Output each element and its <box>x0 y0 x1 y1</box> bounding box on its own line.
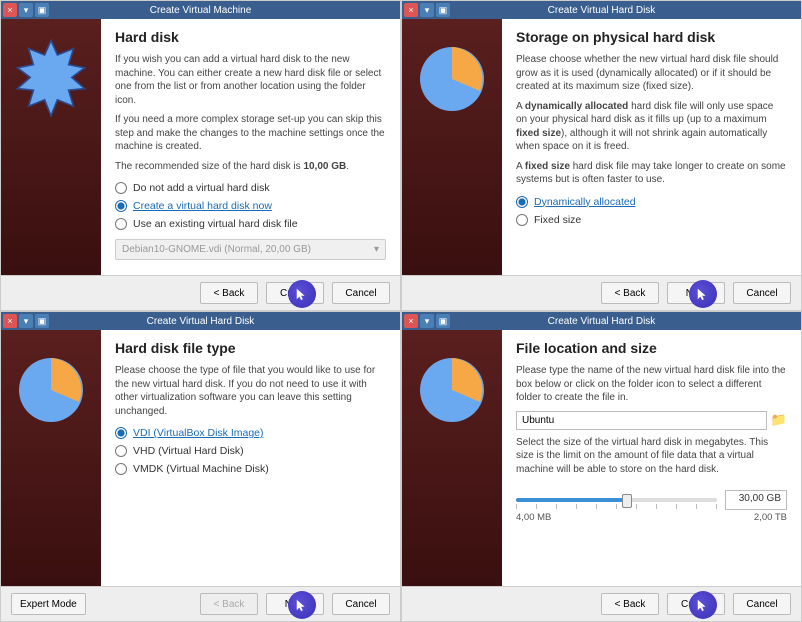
minimize-icon[interactable]: ▾ <box>420 3 434 17</box>
intro-text: Please choose whether the new virtual ha… <box>516 53 787 94</box>
intro-text-2: If you need a more complex storage set-u… <box>115 113 386 154</box>
dialog-hard-disk-file-type: × ▾ ▣ Create Virtual Hard Disk Hard disk… <box>0 311 401 622</box>
fixed-text: A fixed size hard disk file may take lon… <box>516 160 787 187</box>
recommended-size: The recommended size of the hard disk is… <box>115 160 386 174</box>
cancel-button[interactable]: Cancel <box>733 282 791 304</box>
back-button[interactable]: < Back <box>200 593 258 615</box>
back-button[interactable]: < Back <box>200 282 258 304</box>
page-heading: Storage on physical hard disk <box>516 29 787 45</box>
dialog-file-location-size: × ▾ ▣ Create Virtual Hard Disk File loca… <box>401 311 802 622</box>
window-title: Create Virtual Hard Disk <box>402 316 801 327</box>
dialog-create-vm-hard-disk: × ▾ ▣ Create Virtual Machine Hard disk I… <box>0 0 401 311</box>
size-text: Select the size of the virtual hard disk… <box>516 436 787 477</box>
cancel-button[interactable]: Cancel <box>733 593 791 615</box>
titlebar: × ▾ ▣ Create Virtual Machine <box>1 1 400 19</box>
cursor-indicator <box>288 591 316 619</box>
slider-min: 4,00 MB <box>516 512 551 523</box>
minimize-icon[interactable]: ▾ <box>420 314 434 328</box>
maximize-icon[interactable]: ▣ <box>35 3 49 17</box>
window-title: Create Virtual Hard Disk <box>1 316 400 327</box>
illustration-pie <box>402 19 502 275</box>
size-value[interactable]: 30,00 GB <box>725 490 787 510</box>
titlebar: × ▾ ▣ Create Virtual Hard Disk <box>402 1 801 19</box>
cursor-indicator <box>689 591 717 619</box>
radio-vmdk[interactable]: VMDK (Virtual Machine Disk) <box>115 463 386 475</box>
titlebar: × ▾ ▣ Create Virtual Hard Disk <box>1 312 400 330</box>
close-icon[interactable]: × <box>3 314 17 328</box>
illustration-pie <box>1 330 101 586</box>
radio-fixed[interactable]: Fixed size <box>516 214 787 226</box>
minimize-icon[interactable]: ▾ <box>19 314 33 328</box>
page-heading: Hard disk file type <box>115 340 386 356</box>
dynamic-text: A dynamically allocated hard disk file w… <box>516 100 787 154</box>
chevron-down-icon: ▾ <box>374 244 379 255</box>
expert-mode-button[interactable]: Expert Mode <box>11 593 86 615</box>
radio-existing[interactable]: Use an existing virtual hard disk file <box>115 218 386 230</box>
back-button[interactable]: < Back <box>601 282 659 304</box>
maximize-icon[interactable]: ▣ <box>35 314 49 328</box>
close-icon[interactable]: × <box>404 314 418 328</box>
cursor-indicator <box>689 280 717 308</box>
titlebar: × ▾ ▣ Create Virtual Hard Disk <box>402 312 801 330</box>
folder-icon[interactable]: 📁 <box>771 412 787 428</box>
slider-max: 2,00 TB <box>754 512 787 523</box>
radio-dynamic[interactable]: Dynamically allocated <box>516 196 787 208</box>
back-button[interactable]: < Back <box>601 593 659 615</box>
cancel-button[interactable]: Cancel <box>332 282 390 304</box>
minimize-icon[interactable]: ▾ <box>19 3 33 17</box>
illustration-pie <box>402 330 502 586</box>
filename-input[interactable] <box>516 411 767 430</box>
close-icon[interactable]: × <box>3 3 17 17</box>
window-title: Create Virtual Machine <box>1 5 400 16</box>
radio-create-now[interactable]: Create a virtual hard disk now <box>115 200 386 212</box>
page-heading: File location and size <box>516 340 787 356</box>
location-text: Please type the name of the new virtual … <box>516 364 787 405</box>
dialog-storage-physical: × ▾ ▣ Create Virtual Hard Disk Storage o… <box>401 0 802 311</box>
window-title: Create Virtual Hard Disk <box>402 5 801 16</box>
page-heading: Hard disk <box>115 29 386 45</box>
size-slider[interactable] <box>516 490 717 510</box>
radio-no-disk[interactable]: Do not add a virtual hard disk <box>115 182 386 194</box>
illustration-star <box>1 19 101 275</box>
radio-vhd[interactable]: VHD (Virtual Hard Disk) <box>115 445 386 457</box>
existing-disk-dropdown: Debian10-GNOME.vdi (Normal, 20,00 GB)▾ <box>115 239 386 260</box>
maximize-icon[interactable]: ▣ <box>436 3 450 17</box>
radio-vdi[interactable]: VDI (VirtualBox Disk Image) <box>115 427 386 439</box>
cancel-button[interactable]: Cancel <box>332 593 390 615</box>
intro-text: Please choose the type of file that you … <box>115 364 386 418</box>
close-icon[interactable]: × <box>404 3 418 17</box>
maximize-icon[interactable]: ▣ <box>436 314 450 328</box>
slider-thumb[interactable] <box>622 494 632 508</box>
cursor-indicator <box>288 280 316 308</box>
intro-text-1: If you wish you can add a virtual hard d… <box>115 53 386 107</box>
